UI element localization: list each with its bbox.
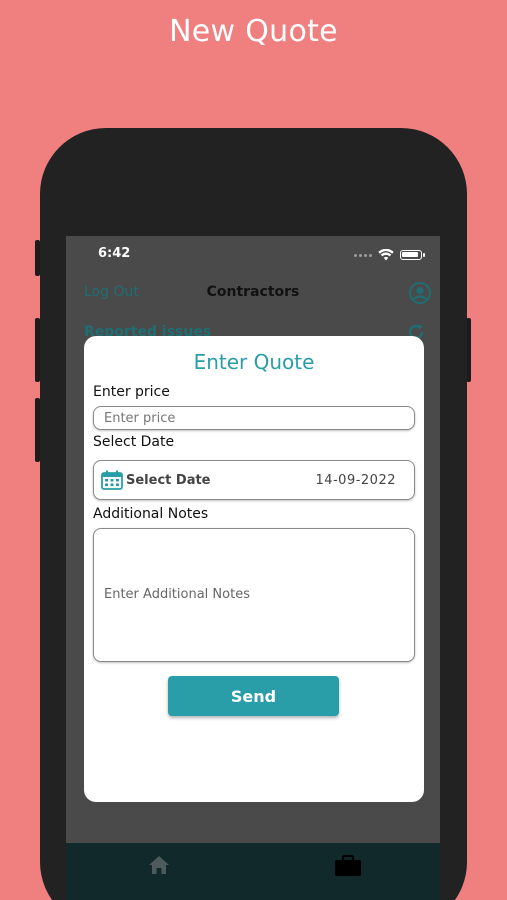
bottom-nav (66, 843, 440, 900)
banner-title: New Quote (169, 14, 338, 49)
status-time: 6:42 (98, 246, 131, 261)
notes-textarea[interactable]: Enter Additional Notes (93, 528, 415, 662)
date-picker-button[interactable]: Select Date 14-09-2022 (93, 460, 415, 500)
home-icon[interactable] (148, 855, 170, 879)
price-label: Enter price (93, 384, 170, 400)
price-input[interactable] (93, 406, 415, 430)
app-header: Log Out Contractors (66, 280, 440, 306)
calendar-icon (101, 470, 123, 494)
notes-placeholder: Enter Additional Notes (104, 587, 250, 602)
status-bar: 6:42 (66, 236, 440, 276)
signal-icon (354, 253, 372, 257)
date-button-label: Select Date (126, 473, 211, 488)
briefcase-icon[interactable] (334, 854, 362, 881)
notes-label: Additional Notes (93, 506, 209, 522)
date-value: 14-09-2022 (315, 473, 396, 488)
wifi-icon (378, 249, 394, 261)
battery-icon (400, 250, 425, 260)
dialog-title: Enter Quote (193, 350, 315, 374)
page-title: Contractors (206, 284, 300, 300)
enter-quote-dialog: Enter Quote Enter price Select Date Sele… (84, 336, 424, 802)
send-button[interactable]: Send (168, 676, 339, 716)
date-label: Select Date (93, 434, 175, 450)
user-circle-icon[interactable] (408, 281, 432, 309)
status-icons (354, 249, 425, 261)
